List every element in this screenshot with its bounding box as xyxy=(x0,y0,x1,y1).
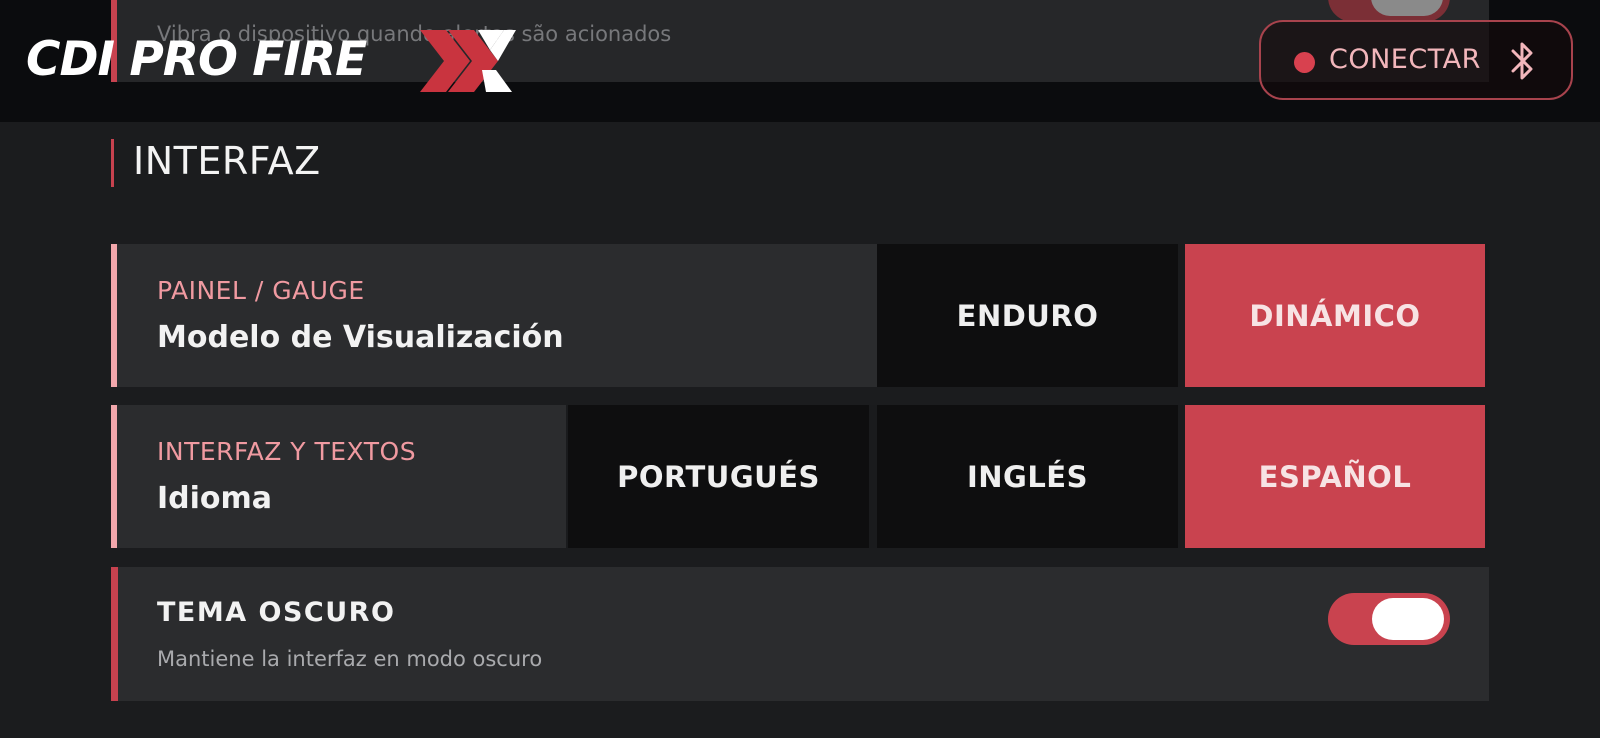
brand-logo-text: CDI PRO FIRE xyxy=(26,32,367,87)
dark-theme-toggle[interactable] xyxy=(1328,593,1450,645)
status-dot-icon xyxy=(1294,52,1315,73)
gauge-setting-title: Modelo de Visualización xyxy=(157,320,564,355)
language-setting-subtitle: INTERFAZ Y TEXTOS xyxy=(157,437,417,466)
language-setting-title: Idioma xyxy=(157,481,273,516)
gauge-setting-row: PAINEL / GAUGE Modelo de Visualización E… xyxy=(111,244,1489,387)
option-enduro[interactable]: ENDURO xyxy=(877,244,1178,387)
option-ingles[interactable]: INGLÉS xyxy=(877,405,1178,548)
dark-theme-title: TEMA OSCURO xyxy=(157,597,396,628)
connect-label: CONECTAR xyxy=(1329,44,1481,75)
dark-theme-description: Mantiene la interfaz en modo oscuro xyxy=(157,647,543,671)
option-dinamico[interactable]: DINÁMICO xyxy=(1185,244,1485,387)
bluetooth-icon xyxy=(1511,42,1533,80)
gauge-setting-info: PAINEL / GAUGE Modelo de Visualización xyxy=(111,244,879,387)
connect-button[interactable]: CONECTAR xyxy=(1259,20,1573,100)
toggle-knob xyxy=(1372,598,1444,640)
row-accent-bar xyxy=(111,405,117,548)
section-accent-bar xyxy=(111,139,114,187)
app-header: Vibra o dispositivo quando alertas são a… xyxy=(0,0,1600,122)
header-overlay: CDI PRO FIRE CONECTAR xyxy=(0,0,1600,122)
dark-theme-row: TEMA OSCURO Mantiene la interfaz en modo… xyxy=(111,567,1489,701)
section-title: INTERFAZ xyxy=(133,139,321,183)
gauge-setting-subtitle: PAINEL / GAUGE xyxy=(157,276,365,305)
option-espanol[interactable]: ESPAÑOL xyxy=(1185,405,1485,548)
double-chevron-x-logo-icon xyxy=(420,30,516,92)
row-accent-bar xyxy=(111,567,118,701)
row-accent-bar xyxy=(111,244,117,387)
language-setting-info: INTERFAZ Y TEXTOS Idioma xyxy=(111,405,566,548)
option-portugues[interactable]: PORTUGUÉS xyxy=(568,405,869,548)
language-setting-row: INTERFAZ Y TEXTOS Idioma PORTUGUÉS INGLÉ… xyxy=(111,405,1489,548)
